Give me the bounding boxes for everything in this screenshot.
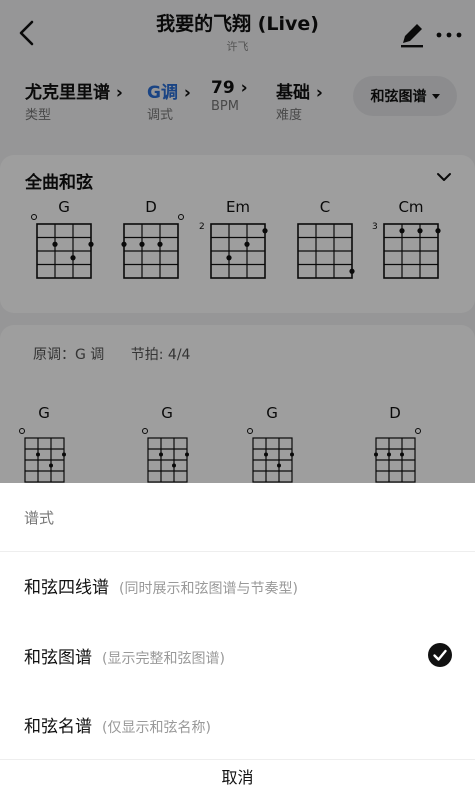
option-label: 和弦图谱 bbox=[24, 648, 92, 668]
notation-mode-sheet: 谱式 和弦四线谱 (同时展示和弦图谱与节奏型) 和弦图谱 (显示完整和弦图谱) 和弦… bbox=[0, 483, 475, 809]
check-circle-icon bbox=[428, 643, 452, 667]
option-chord-diagram[interactable]: 和弦图谱 (显示完整和弦图谱) bbox=[0, 621, 475, 689]
option-desc: (仅显示和弦名称) bbox=[102, 720, 211, 736]
option-label: 和弦四线谱 bbox=[24, 578, 109, 598]
option-desc: (同时展示和弦图谱与节奏型) bbox=[119, 581, 298, 597]
option-chord-names[interactable]: 和弦名谱 (仅显示和弦名称) bbox=[0, 690, 475, 758]
cancel-button[interactable]: 取消 bbox=[0, 768, 475, 798]
sheet-title: 谱式 bbox=[24, 509, 55, 527]
option-desc: (显示完整和弦图谱) bbox=[102, 651, 225, 667]
option-chord-tab[interactable]: 和弦四线谱 (同时展示和弦图谱与节奏型) bbox=[0, 551, 475, 619]
option-label: 和弦名谱 bbox=[24, 717, 92, 737]
divider bbox=[0, 759, 475, 760]
